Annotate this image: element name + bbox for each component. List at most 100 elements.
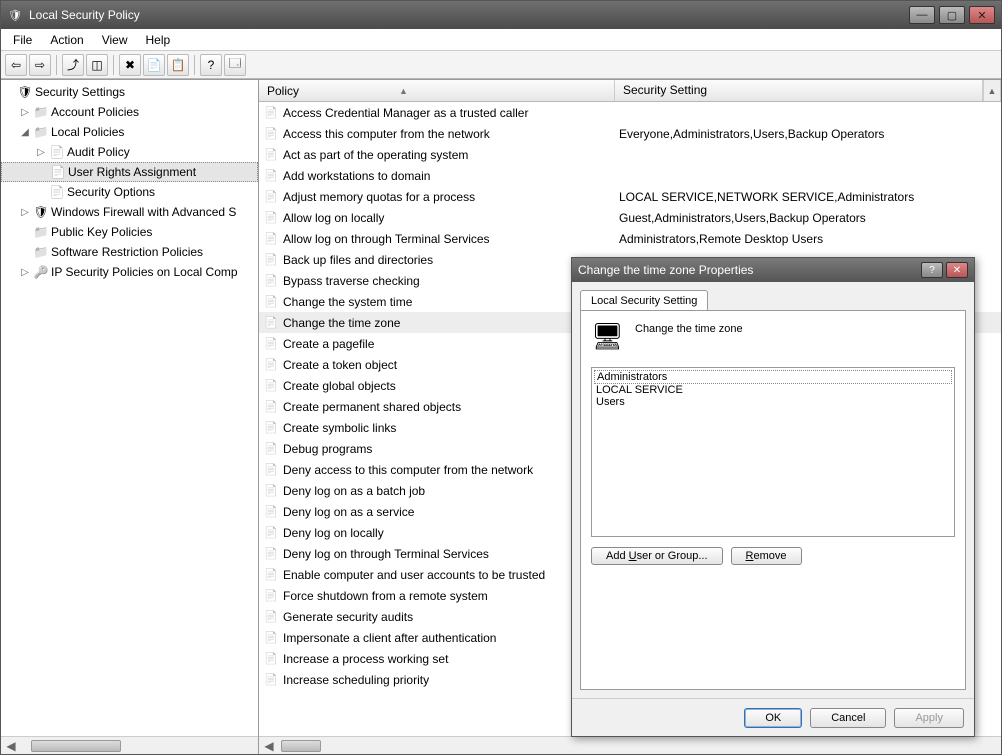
policy-name: Access Credential Manager as a trusted c…	[283, 106, 528, 120]
policy-name: Deny log on locally	[283, 526, 384, 540]
policy-name: Create a token object	[283, 358, 397, 372]
tree-item[interactable]: ▷ Account Policies	[1, 102, 258, 122]
col-setting[interactable]: Security Setting	[615, 80, 983, 101]
list-row[interactable]: Allow log on locallyGuest,Administrators…	[259, 207, 1001, 228]
list-row[interactable]: Adjust memory quotas for a process LOCAL …	[259, 186, 1001, 207]
cancel-button[interactable]: Cancel	[810, 708, 886, 728]
policy-name: Allow log on locally	[283, 211, 384, 225]
tree-pane: Security Settings ▷ Account Policies ◢Local…	[1, 80, 259, 754]
expander-icon[interactable]: ▷	[19, 107, 31, 118]
tree-item-label: Public Key Policies	[51, 225, 152, 239]
tree-item[interactable]: Public Key Policies	[1, 222, 258, 242]
apply-button[interactable]: Apply	[894, 708, 964, 728]
policy-icon: 🖥	[591, 321, 623, 357]
list-row[interactable]: Add workstations to domain	[259, 165, 1001, 186]
tree-item[interactable]: ◢Local Policies	[1, 122, 258, 142]
list-row[interactable]: Act as part of the operating system	[259, 144, 1001, 165]
tree-item[interactable]: User Rights Assignment	[1, 162, 258, 182]
list-hscroll[interactable]: ◀	[259, 736, 1001, 754]
policy-name: Deny log on through Terminal Services	[283, 547, 489, 561]
menu-action[interactable]: Action	[42, 31, 91, 49]
security-setting-value: Administrators,Remote Desktop Users	[615, 232, 1001, 246]
menu-view[interactable]: View	[94, 31, 136, 49]
tree-item[interactable]: ▷ IP Security Policies on Local Comp	[1, 262, 258, 282]
policy-name: Deny log on as a service	[283, 505, 414, 519]
title-bar[interactable]: 🛡 Local Security Policy — ▢ ✕	[1, 1, 1001, 29]
menu-help[interactable]: Help	[138, 31, 179, 49]
expander-icon[interactable]: ◢	[19, 127, 31, 138]
policy-row-icon	[263, 504, 279, 520]
properties-button[interactable]: 📄	[143, 54, 165, 76]
add-user-group-button[interactable]: Add User or Group...	[591, 547, 723, 565]
tree-root[interactable]: Security Settings	[1, 82, 258, 102]
member-item[interactable]: Users	[594, 396, 952, 408]
close-button[interactable]: ✕	[969, 6, 995, 24]
policy-name: Create a pagefile	[283, 337, 374, 351]
policy-name: Access this computer from the network	[283, 127, 490, 141]
policy-name: Debug programs	[283, 442, 372, 456]
refresh-button[interactable]: 🗔	[224, 54, 246, 76]
expander-icon[interactable]: ▷	[19, 207, 31, 218]
policy-row-icon	[263, 189, 279, 205]
dialog-close-button[interactable]: ✕	[946, 262, 968, 278]
policy-row-icon	[263, 105, 279, 121]
security-setting-value: LOCAL SERVICE,NETWORK SERVICE,Administra…	[615, 190, 1001, 204]
policy-row-icon	[263, 378, 279, 394]
policy-row-icon	[263, 210, 279, 226]
policy-icon	[49, 144, 65, 160]
delete-button[interactable]: ✖	[119, 54, 141, 76]
policy-row-icon	[263, 273, 279, 289]
expander-icon[interactable]: ▷	[35, 147, 47, 158]
policy-name: Act as part of the operating system	[283, 148, 468, 162]
tree-hscroll[interactable]: ◀	[1, 736, 258, 754]
list-row[interactable]: Access Credential Manager as a trusted c…	[259, 102, 1001, 123]
show-hide-tree-button[interactable]: ◫	[86, 54, 108, 76]
security-settings-icon	[17, 84, 33, 100]
tree-item[interactable]: Security Options	[1, 182, 258, 202]
ok-button[interactable]: OK	[744, 708, 802, 728]
list-header[interactable]: Policy▲ Security Setting ▲	[259, 80, 1001, 102]
remove-button[interactable]: Remove	[731, 547, 802, 565]
maximize-button[interactable]: ▢	[939, 6, 965, 24]
back-button[interactable]: ⇦	[5, 54, 27, 76]
member-item[interactable]: Administrators	[594, 370, 952, 384]
scroll-up-button[interactable]: ▲	[983, 80, 1001, 101]
tree-item-label: Account Policies	[51, 105, 139, 119]
security-setting-value: Everyone,Administrators,Users,Backup Ope…	[615, 127, 1001, 141]
policy-row-icon	[263, 420, 279, 436]
tree-item[interactable]: ▷Audit Policy	[1, 142, 258, 162]
member-item[interactable]: LOCAL SERVICE	[594, 384, 952, 396]
col-policy[interactable]: Policy	[267, 84, 299, 98]
policy-name: Adjust memory quotas for a process	[283, 190, 475, 204]
policy-row-icon	[263, 525, 279, 541]
policy-name: Force shutdown from a remote system	[283, 589, 488, 603]
up-button[interactable]: ⤴	[62, 54, 84, 76]
policy-name: Change the time zone	[283, 316, 400, 330]
menu-file[interactable]: File	[5, 31, 40, 49]
forward-button[interactable]: ⇨	[29, 54, 51, 76]
minimize-button[interactable]: —	[909, 6, 935, 24]
policy-row-icon	[263, 630, 279, 646]
dialog-title-bar[interactable]: Change the time zone Properties ? ✕	[572, 258, 974, 282]
tree-item-label: IP Security Policies on Local Comp	[51, 265, 238, 279]
policy-name: Generate security audits	[283, 610, 413, 624]
tab-local-security-setting[interactable]: Local Security Setting	[580, 290, 708, 311]
tree-item-label: Windows Firewall with Advanced S	[51, 205, 236, 219]
policy-row-icon	[263, 168, 279, 184]
policy-row-icon	[263, 651, 279, 667]
policy-row-icon	[263, 336, 279, 352]
export-button[interactable]: 📋	[167, 54, 189, 76]
dialog-title: Change the time zone Properties	[578, 263, 753, 277]
list-row[interactable]: Access this computer from the network Eve…	[259, 123, 1001, 144]
main-window: 🛡 Local Security Policy — ▢ ✕ File Actio…	[0, 0, 1002, 755]
shield-icon	[33, 204, 49, 220]
list-row[interactable]: Allow log on through Terminal ServicesAd…	[259, 228, 1001, 249]
tree-item[interactable]: Software Restriction Policies	[1, 242, 258, 262]
expander-icon[interactable]: ▷	[19, 267, 31, 278]
policy-row-icon	[263, 147, 279, 163]
tree-item[interactable]: ▷ Windows Firewall with Advanced S	[1, 202, 258, 222]
help-button[interactable]: ?	[200, 54, 222, 76]
policy-row-icon	[263, 483, 279, 499]
members-listbox[interactable]: AdministratorsLOCAL SERVICEUsers	[591, 367, 955, 537]
dialog-help-button[interactable]: ?	[921, 262, 943, 278]
